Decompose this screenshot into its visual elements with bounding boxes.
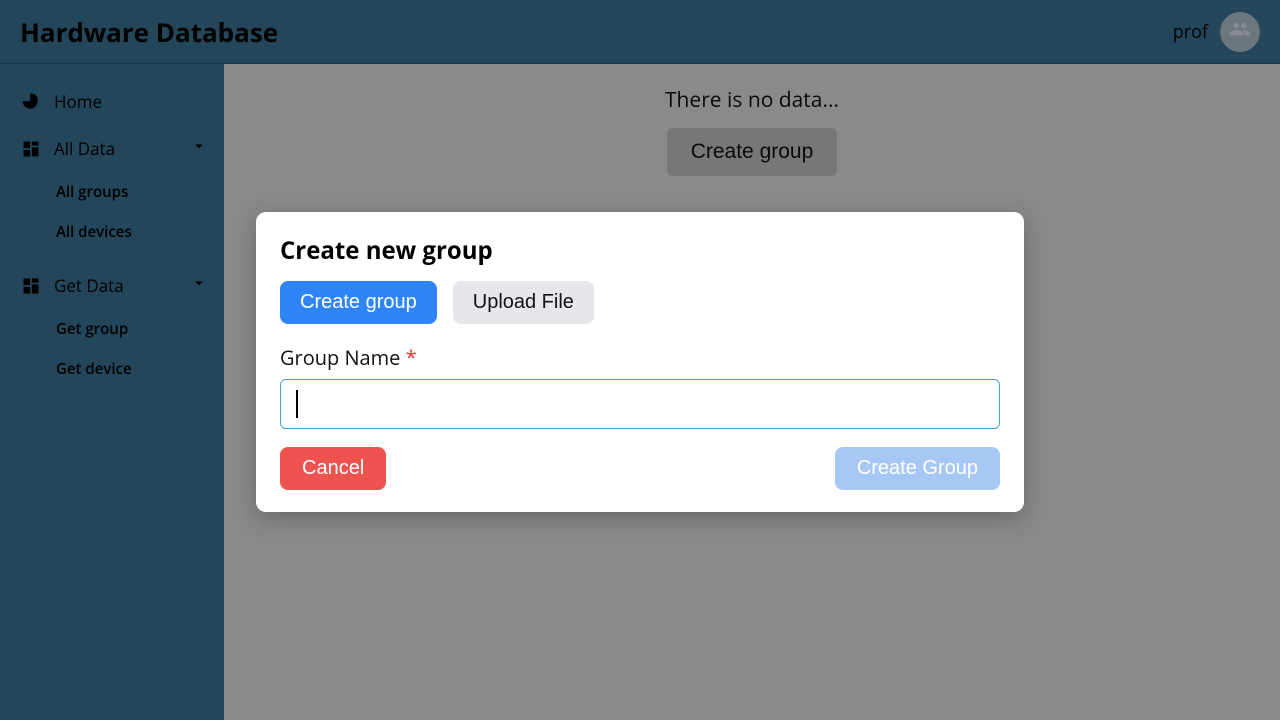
- create-group-modal: Create new group Create group Upload Fil…: [256, 212, 1024, 512]
- required-mark: *: [406, 344, 417, 371]
- modal-actions: Cancel Create Group: [280, 447, 1000, 490]
- group-name-input[interactable]: [280, 379, 1000, 429]
- create-group-submit-button[interactable]: Create Group: [835, 447, 1000, 490]
- tab-create-group[interactable]: Create group: [280, 281, 437, 324]
- modal-title: Create new group: [280, 234, 1000, 267]
- tab-upload-file[interactable]: Upload File: [453, 281, 594, 324]
- label-text: Group Name: [280, 344, 400, 371]
- group-name-label: Group Name *: [280, 344, 1000, 371]
- cancel-button[interactable]: Cancel: [280, 447, 386, 490]
- modal-tabs: Create group Upload File: [280, 281, 1000, 324]
